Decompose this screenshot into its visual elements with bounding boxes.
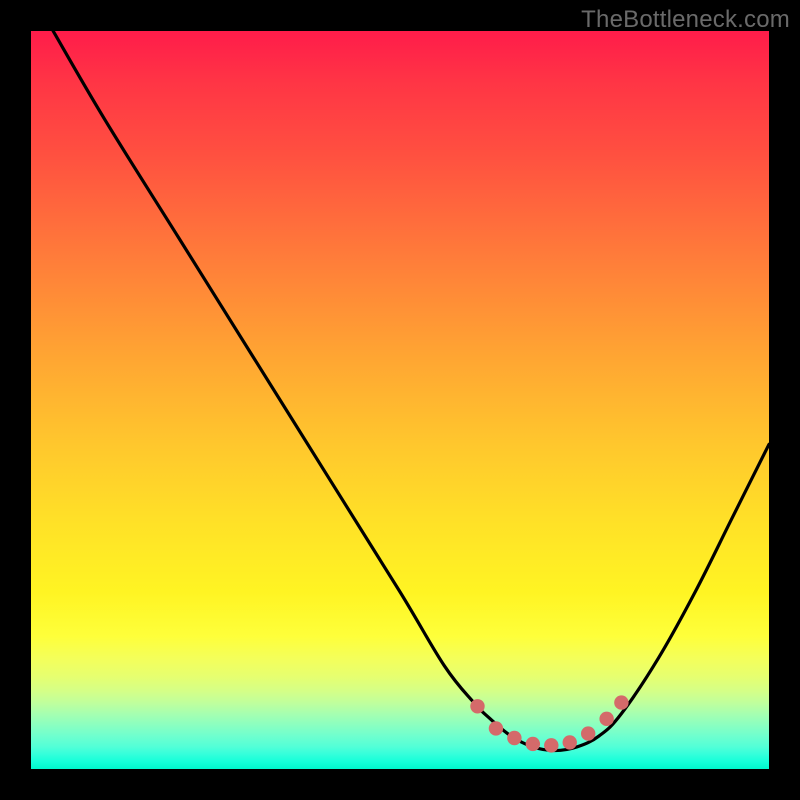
chart-svg bbox=[31, 31, 769, 769]
curve-marker bbox=[489, 721, 503, 735]
curve-path bbox=[53, 31, 769, 751]
curve-marker bbox=[581, 726, 595, 740]
curve-marker bbox=[614, 695, 628, 709]
curve-marker bbox=[599, 712, 613, 726]
plot-area bbox=[31, 31, 769, 769]
bottleneck-markers bbox=[470, 695, 628, 752]
watermark-text: TheBottleneck.com bbox=[581, 6, 790, 34]
curve-marker bbox=[470, 699, 484, 713]
curve-marker bbox=[526, 737, 540, 751]
bottleneck-curve bbox=[53, 31, 769, 751]
curve-marker bbox=[563, 735, 577, 749]
curve-marker bbox=[544, 738, 558, 752]
chart-frame: TheBottleneck.com bbox=[0, 0, 800, 800]
curve-marker bbox=[507, 731, 521, 745]
